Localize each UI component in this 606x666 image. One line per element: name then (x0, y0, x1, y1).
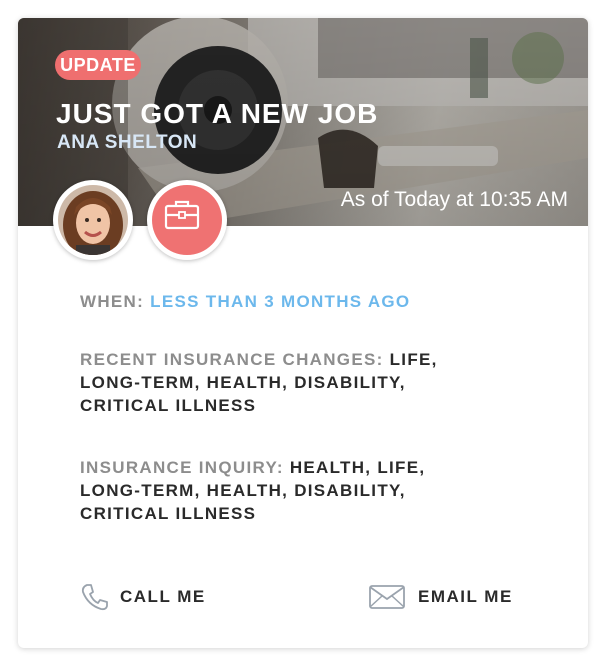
job-change-icon-badge (147, 180, 227, 260)
when-label: WHEN: (80, 292, 145, 311)
when-value: LESS THAN 3 MONTHS AGO (150, 292, 411, 311)
event-title: JUST GOT A NEW JOB (56, 98, 379, 129)
email-me-label: EMAIL ME (418, 587, 513, 606)
update-badge: UPDATE (55, 50, 141, 80)
recent-changes-label: RECENT INSURANCE CHANGES: (80, 350, 384, 369)
avatar[interactable] (53, 180, 133, 260)
insurance-inquiry-label: INSURANCE INQUIRY: (80, 458, 284, 477)
call-me-label: CALL ME (120, 587, 206, 606)
recent-changes-row: RECENT INSURANCE CHANGES: LIFE, LONG-TER… (80, 348, 460, 417)
briefcase-icon (164, 200, 200, 230)
envelope-icon (369, 585, 405, 609)
person-name: ANA SHELTON (57, 132, 198, 153)
email-me-button[interactable]: EMAIL ME (368, 580, 513, 614)
update-card: UPDATE JUST GOT A NEW JOB ANA SHELTON As… (18, 18, 588, 648)
timestamp: As of Today at 10:35 AM (340, 188, 568, 211)
phone-icon (81, 584, 108, 611)
when-row: WHEN: LESS THAN 3 MONTHS AGO (80, 290, 500, 313)
call-me-button[interactable]: CALL ME (80, 580, 206, 614)
insurance-inquiry-row: INSURANCE INQUIRY: HEALTH, LIFE, LONG-TE… (80, 456, 460, 525)
avatar-photo (58, 185, 128, 255)
